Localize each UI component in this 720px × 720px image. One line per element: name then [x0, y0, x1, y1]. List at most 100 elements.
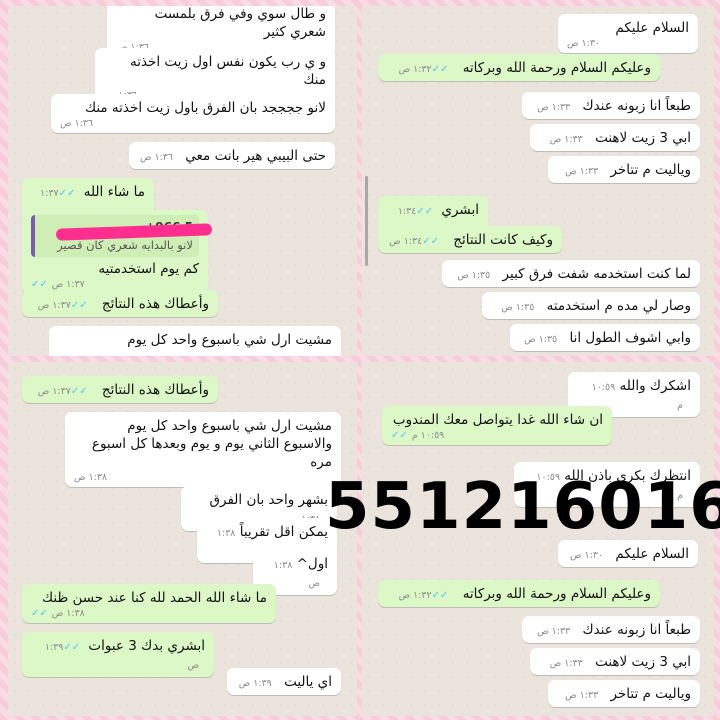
read-receipt-icon: ✓✓ [70, 300, 91, 311]
message-bubble[interactable]: مشيت ارل شي باسبوع واحد كل يوم والاسبوع … [65, 412, 341, 487]
message-text: لما كنت استخدمه شفت فرق كبير [502, 266, 691, 282]
message-bubble[interactable]: حتى البيبي هير بانت معي ١:٣٦ ص [129, 142, 335, 169]
message-text: و طال سوي وفي فرق بلمست شعري كثير [154, 6, 326, 40]
message-text: السلام عليكم [615, 546, 689, 562]
read-receipt-icon: ✓✓ [70, 386, 91, 397]
message-meta: ١:٣٠ ص [567, 38, 689, 49]
message-time: ١:٣٥ ص [524, 334, 558, 345]
message-time: ١:٣٥ ص [501, 302, 535, 313]
message-meta: ١:٣٦ ص [60, 118, 326, 129]
message-bubble[interactable]: السلام عليكم ١:٣٠ ص [558, 540, 698, 567]
read-receipt-icon: ✓✓ [31, 608, 51, 619]
message-time: ١:٣٨ ص [51, 608, 85, 619]
message-meta: ١:٣٣ ص [550, 658, 583, 669]
scrollbar[interactable] [365, 176, 368, 266]
message-text: ما شاء الله [83, 184, 145, 200]
read-receipt-icon: ✓✓ [391, 430, 411, 441]
phone-number-watermark: 551216016 [325, 470, 720, 544]
message-time: ١:٣٧ ص [37, 300, 71, 311]
chat-panel-bottom-left[interactable]: وأعطاك هذه النتائج ✓✓١:٣٧ ص مشيت ارل شي … [8, 362, 357, 716]
message-bubble-outgoing[interactable]: ان شاء الله غدا يتواصل معك المندوب ✓✓ ١٠:… [382, 406, 612, 445]
message-meta: ✓✓١:٣٧ ص [38, 386, 92, 397]
message-text: ابي 3 زيت لاهنت [595, 654, 691, 670]
message-text: وكيف كانت النتائج [453, 232, 553, 248]
message-text: وأعطاك هذه النتائج [101, 296, 209, 312]
message-time: ١:٣٩ ص [238, 678, 272, 689]
message-time: ١:٣٢ ص [398, 64, 432, 75]
message-bubble[interactable]: طبعاً انا زبونه عندك ١:٣٣ ص [522, 616, 700, 643]
message-text: اول^ [296, 556, 328, 572]
message-bubble-outgoing[interactable]: وعليكم السلام ورحمة الله وبركاته ✓✓١:٣٢ … [378, 54, 660, 81]
message-bubble[interactable]: وياليت م تتاخر ١:٣٣ ص [548, 156, 700, 183]
message-bubble[interactable]: السلام عليكم ١:٣٠ ص [558, 14, 698, 53]
message-meta: ١:٣٣ ص [565, 166, 598, 177]
message-text: اشكرك والله [619, 378, 691, 394]
message-text: كم يوم استخدمتيه [98, 261, 199, 277]
message-meta: ١:٣٥ ص [501, 302, 534, 313]
message-meta: ١:٣٠ ص [570, 550, 603, 561]
message-time: ١:٣٣ ص [565, 690, 599, 701]
message-text: السلام عليكم [615, 20, 689, 36]
message-time: ١:٣٧ ص [51, 279, 85, 290]
read-receipt-icon: ✓✓ [416, 206, 436, 217]
message-bubble[interactable]: وابي اشوف الطول انا ١:٣٥ ص [510, 324, 700, 351]
screenshot-collage: و طال سوي وفي فرق بلمست شعري كثير ١:٣٦ ص… [0, 0, 720, 720]
message-time: ١:٣٤ ص [389, 236, 423, 247]
message-text: ابشري [441, 202, 479, 218]
chat-panel-top-left[interactable]: و طال سوي وفي فرق بلمست شعري كثير ١:٣٦ ص… [8, 6, 357, 356]
message-meta: ✓✓١:٣٧ ص [31, 279, 199, 290]
message-time: ١:٣٠ ص [570, 550, 604, 561]
message-bubble-outgoing[interactable]: +966 5 لانو بالبدايه شعري كان قصير كم يو… [22, 210, 208, 294]
message-meta: ١:٣٥ ص [457, 270, 490, 281]
message-bubble-outgoing[interactable]: ابشري بدك 3 عبوات ✓✓١:٣٩ ص [22, 632, 214, 677]
message-text: مشيت ارل شي باسبوع واحد كل يوم والاسبوع … [91, 418, 332, 470]
read-receipt-icon: ✓✓ [431, 590, 452, 601]
message-time: ١:٣٠ ص [567, 38, 601, 49]
message-text: وعليكم السلام ورحمة الله وبركاته [462, 60, 651, 76]
message-text: وياليت م تتاخر [610, 162, 691, 178]
read-receipt-icon: ✓✓ [31, 279, 51, 290]
message-bubble[interactable]: وصار لي مده م استخدمته ١:٣٥ ص [482, 292, 700, 319]
message-time: ١:٣٣ ص [537, 102, 571, 113]
message-text: حتى البيبي هير بانت معي [185, 148, 326, 164]
message-bubble-outgoing[interactable]: ما شاء الله الحمد لله كنا عند حسن ظنك ✓✓… [22, 584, 276, 623]
message-time: ١:٣٥ ص [457, 270, 491, 281]
message-bubble[interactable]: طبعاً انا زبونه عندك ١:٣٣ ص [522, 92, 700, 119]
message-bubble[interactable]: لما كنت استخدمه شفت فرق كبير ١:٣٥ ص [442, 260, 700, 287]
message-text: ان شاء الله غدا يتواصل معك المندوب [392, 412, 603, 428]
message-time: ١:٣٦ ص [139, 152, 173, 163]
message-meta: ✓✓١:٣٢ ص [399, 590, 453, 601]
message-meta: ١:٣٨ ص [74, 472, 332, 483]
message-bubble-outgoing[interactable]: وأعطاك هذه النتائج ✓✓١:٣٧ ص [22, 376, 218, 403]
message-meta: ✓✓١:٣٢ ص [399, 64, 453, 75]
message-bubble[interactable]: ابي 3 زيت لاهنت ١:٣٣ ص [530, 124, 700, 151]
chat-panel-top-right[interactable]: السلام عليكم ١:٣٠ ص وعليكم السلام ورحمة … [362, 6, 714, 356]
message-meta: ١:٣٣ ص [550, 134, 583, 145]
message-bubble[interactable]: لانو ججججد بان الفرق باول زيت اخذته منك … [51, 94, 335, 133]
message-meta: ١:٣٦ ص [140, 152, 173, 163]
message-text: و ي رب يكون نفس اول زيت اخذته منك [129, 54, 326, 88]
message-bubble-outgoing[interactable]: وأعطاك هذه النتائج ✓✓١:٣٧ ص [22, 290, 218, 317]
message-meta: ✓✓١:٣٤ ص [389, 236, 443, 247]
message-bubble-outgoing[interactable]: وعليكم السلام ورحمة الله وبركاته ✓✓١:٣٢ … [378, 580, 660, 607]
message-time: ١:٣٨ ص [74, 472, 108, 483]
read-receipt-icon: ✓✓ [58, 188, 79, 199]
message-time: ١:٣٣ ص [549, 134, 583, 145]
message-meta: ✓✓١:٣٧ ص [38, 300, 92, 311]
message-time: ١:٣٣ ص [549, 658, 583, 669]
message-bubble[interactable]: اي ياليت ١:٣٩ ص [227, 668, 341, 695]
message-meta: ١:٣٣ ص [537, 102, 570, 113]
message-meta: ✓✓ ١٠:٥٩ م [391, 430, 603, 441]
message-text: اي ياليت [284, 674, 332, 690]
message-text: ابي 3 زيت لاهنت [595, 130, 691, 146]
message-bubble[interactable]: ابي 3 زيت لاهنت ١:٣٣ ص [530, 648, 700, 675]
message-text: ما شاء الله الحمد لله كنا عند حسن ظنك [42, 590, 267, 606]
message-meta: ✓✓ ١:٣٨ ص [31, 608, 267, 619]
message-text: وعليكم السلام ورحمة الله وبركاته [462, 586, 651, 602]
message-bubble[interactable]: وياليت م تتاخر ١:٣٣ ص [548, 680, 700, 707]
read-receipt-icon: ✓✓ [63, 642, 83, 653]
message-bubble[interactable]: مشيت ارل شي باسبوع واحد كل يوم [49, 326, 341, 356]
message-text: مشيت ارل شي باسبوع واحد كل يوم [127, 332, 332, 348]
message-text: وياليت م تتاخر [610, 686, 691, 702]
message-bubble-outgoing[interactable]: وكيف كانت النتائج ✓✓١:٣٤ ص [378, 226, 562, 253]
